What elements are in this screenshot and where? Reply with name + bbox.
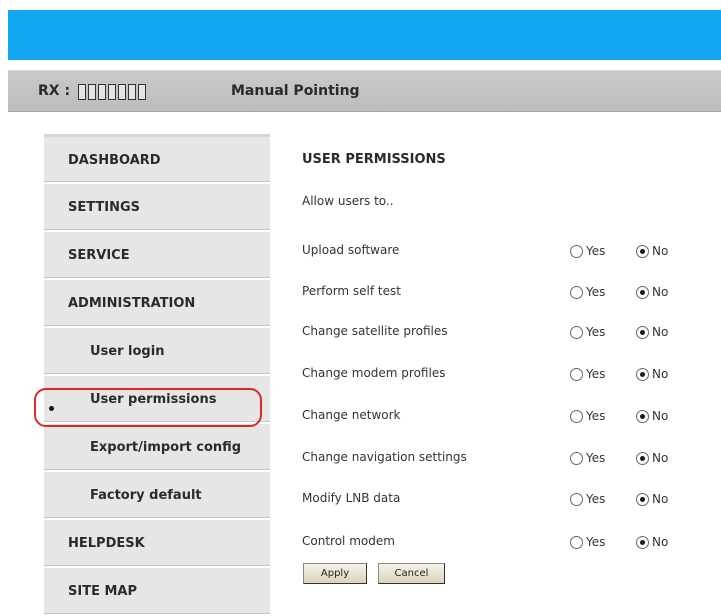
no-radio-option[interactable]: No [636,451,668,465]
radio-button[interactable] [570,325,583,339]
permission-label: Perform self test [302,284,401,298]
sidebar-item-administration[interactable]: ADMINISTRATION [44,278,270,326]
permission-row: Modify LNB data Yes No [302,491,712,511]
radio-button[interactable] [570,285,583,299]
header-banner [8,10,721,60]
permission-row: Change navigation settings Yes No [302,450,712,470]
sidebar-item-dashboard[interactable]: DASHBOARD [44,134,270,182]
no-label: No [652,451,669,465]
no-label: No [652,367,669,381]
signal-bars-icon [78,84,146,100]
permission-label: Change navigation settings [302,450,467,464]
sidebar-item-label: User login [90,344,165,359]
sidebar-item-label: HELPDESK [68,536,145,551]
no-label: No [652,244,669,258]
yes-radio-option[interactable]: Yes [570,325,605,339]
radio-button[interactable] [636,325,649,339]
permission-label: Change satellite profiles [302,324,448,338]
permission-label: Control modem [302,534,395,548]
mode-label: Manual Pointing [231,83,360,99]
sidebar-item-label: SERVICE [68,248,130,263]
sidebar-item-label: Factory default [90,488,202,503]
sidebar-item-export-import-config[interactable]: Export/import config [44,422,270,470]
status-bar: RX : Manual Pointing [8,70,721,112]
sidebar-item-factory-default[interactable]: Factory default [44,470,270,518]
radio-button[interactable] [636,451,649,465]
permission-label: Modify LNB data [302,491,401,505]
sidebar-item-site-map[interactable]: SITE MAP [44,566,270,614]
no-label: No [652,325,669,339]
no-label: No [652,535,669,549]
page-subtitle: Allow users to.. [302,194,394,208]
no-label: No [652,409,669,423]
radio-button[interactable] [636,535,649,549]
sidebar-item-label: DASHBOARD [68,153,161,168]
radio-button[interactable] [570,535,583,549]
no-label: No [652,492,669,506]
yes-label: Yes [586,409,606,423]
sidebar-item-label: SITE MAP [68,584,137,599]
no-radio-option[interactable]: No [636,367,668,381]
radio-button[interactable] [570,492,583,506]
yes-radio-option[interactable]: Yes [570,535,605,549]
apply-button[interactable]: Apply [303,563,367,584]
yes-label: Yes [586,535,606,549]
radio-button[interactable] [636,367,649,381]
permission-label: Upload software [302,243,400,257]
yes-radio-option[interactable]: Yes [570,492,605,506]
no-radio-option[interactable]: No [636,244,668,258]
yes-radio-option[interactable]: Yes [570,409,605,423]
yes-label: Yes [586,492,606,506]
sidebar-item-label: ADMINISTRATION [68,296,196,311]
sidebar-item-service[interactable]: SERVICE [44,230,270,278]
radio-button[interactable] [570,367,583,381]
permission-label: Change network [302,408,401,422]
yes-radio-option[interactable]: Yes [570,285,605,299]
yes-label: Yes [586,451,606,465]
permission-row: Upload software Yes No [302,243,712,263]
highlight-annotation [34,388,262,427]
no-radio-option[interactable]: No [636,492,668,506]
radio-button[interactable] [570,244,583,258]
radio-button[interactable] [636,492,649,506]
page-title: USER PERMISSIONS [302,152,446,167]
sidebar-nav: DASHBOARD SETTINGS SERVICE ADMINISTRATIO… [44,134,270,614]
permission-row: Change modem profiles Yes No [302,366,712,386]
no-radio-option[interactable]: No [636,285,668,299]
yes-label: Yes [586,244,606,258]
radio-button[interactable] [570,451,583,465]
no-radio-option[interactable]: No [636,409,668,423]
radio-button[interactable] [636,409,649,423]
sidebar-item-label: Export/import config [90,440,242,455]
yes-label: Yes [586,367,606,381]
yes-radio-option[interactable]: Yes [570,244,605,258]
no-radio-option[interactable]: No [636,535,668,549]
sidebar-item-user-login[interactable]: User login [44,326,270,374]
permission-label: Change modem profiles [302,366,446,380]
yes-radio-option[interactable]: Yes [570,367,605,381]
no-radio-option[interactable]: No [636,325,668,339]
sidebar-item-helpdesk[interactable]: HELPDESK [44,518,270,566]
permission-row: Change network Yes No [302,408,712,428]
radio-button[interactable] [636,285,649,299]
sidebar-item-label: SETTINGS [68,200,141,215]
sidebar-item-settings[interactable]: SETTINGS [44,182,270,230]
yes-label: Yes [586,285,606,299]
no-label: No [652,285,669,299]
yes-label: Yes [586,325,606,339]
rx-label: RX : [38,83,71,99]
yes-radio-option[interactable]: Yes [570,451,605,465]
permission-row: Control modem Yes No [302,534,712,554]
permission-row: Perform self test Yes No [302,284,712,304]
radio-button[interactable] [636,244,649,258]
radio-button[interactable] [570,409,583,423]
permission-row: Change satellite profiles Yes No [302,324,712,344]
cancel-button[interactable]: Cancel [378,563,445,584]
top-bar [0,0,721,60]
